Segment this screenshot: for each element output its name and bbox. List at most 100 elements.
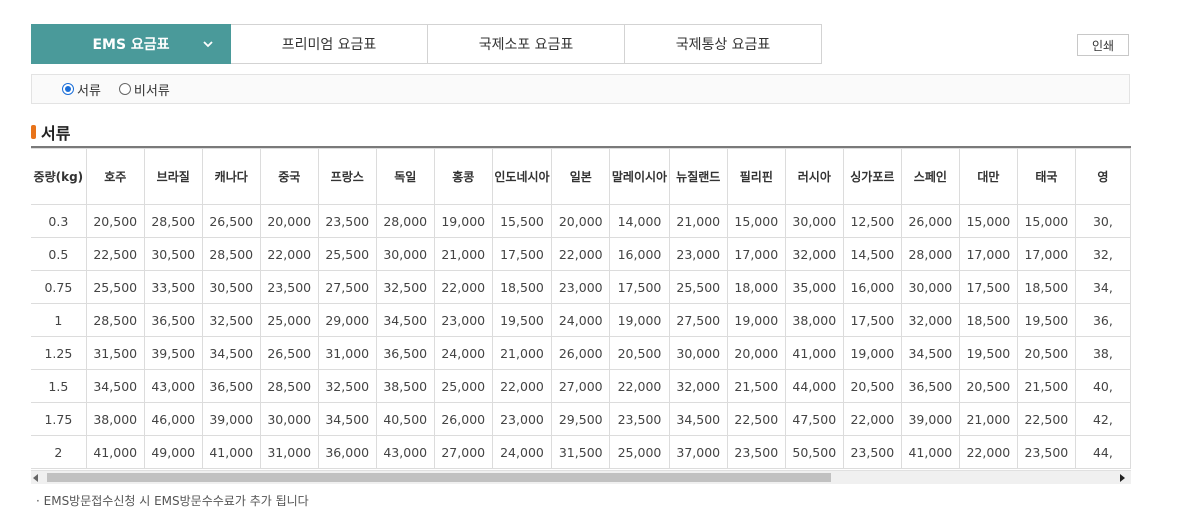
tab-premium-label: 프리미엄 요금표 (281, 37, 377, 53)
print-button[interactable]: 인쇄 (1077, 34, 1129, 56)
rate-cell: 27,000 (551, 369, 611, 403)
radio-documents-circle[interactable] (62, 83, 74, 95)
rate-cell: 32,500 (375, 270, 435, 304)
table-row: 1 28,500 36,500 32,500 25,000 29,000 34,500 23,… (31, 303, 1131, 337)
rate-cell: 41,000 (784, 336, 844, 370)
rate-cell: 18,500 (1016, 270, 1076, 304)
rate-cell: 20,000 (551, 204, 611, 238)
table-row: 2 41,000 49,000 41,000 31,000 36,000 43,000 27,… (31, 435, 1131, 469)
rate-cell: 39,000 (201, 402, 261, 436)
column-header: 호주 (85, 148, 145, 205)
horizontal-scrollbar[interactable] (31, 470, 1131, 484)
rate-cell: 24,000 (491, 435, 553, 469)
rate-cell: 26,000 (551, 336, 611, 370)
rate-cell: 36,500 (143, 303, 203, 337)
rate-cell: 22,000 (491, 369, 553, 403)
rate-cell: 30,500 (201, 270, 261, 304)
rate-cell: 35,000 (784, 270, 844, 304)
radio-documents[interactable]: 서류 (62, 80, 101, 99)
rate-cell: 28,500 (143, 204, 203, 238)
rate-cell: 26,500 (259, 336, 319, 370)
rate-cell: 17,000 (1016, 237, 1076, 271)
radio-documents-label: 서류 (77, 83, 101, 99)
rate-cell: 39,000 (900, 402, 960, 436)
column-header: 브라질 (143, 148, 203, 205)
rate-cell: 34,500 (85, 369, 145, 403)
rate-cell: 32,000 (784, 237, 844, 271)
rate-cell: 19,000 (726, 303, 786, 337)
column-header: 중량(kg) (31, 148, 87, 205)
chevron-down-icon (203, 41, 213, 48)
rate-cell: 43,000 (375, 435, 435, 469)
tab-premium[interactable]: 프리미엄 요금표 (231, 24, 428, 64)
rate-cell: 38, (1074, 336, 1131, 370)
section-title: 서류 (31, 120, 70, 144)
rate-cell: 20,500 (609, 336, 670, 370)
column-header: 태국 (1016, 148, 1076, 205)
rate-cell: 30,000 (668, 336, 728, 370)
rate-cell: 19,500 (1016, 303, 1076, 337)
rate-tabs: EMS 요금표 프리미엄 요금표 국제소포 요금표 국제통상 요금표 (31, 24, 822, 64)
rate-cell: 47,500 (784, 402, 844, 436)
rate-cell: 26,000 (433, 402, 493, 436)
rate-cell: 49,000 (143, 435, 203, 469)
rate-cell: 22,000 (609, 369, 670, 403)
rate-cell: 26,500 (201, 204, 261, 238)
rate-cell: 15,500 (491, 204, 553, 238)
rate-cell: 44,000 (784, 369, 844, 403)
rate-cell: 18,500 (958, 303, 1018, 337)
rate-cell: 36,500 (900, 369, 960, 403)
table-row: 0.5 22,500 30,500 28,500 22,000 25,500 30,000 2… (31, 237, 1131, 271)
rate-cell: 12,500 (842, 204, 902, 238)
rate-cell: 20,500 (85, 204, 145, 238)
radio-non-documents[interactable]: 비서류 (118, 80, 170, 99)
weight-cell: 0.75 (31, 270, 87, 304)
page: EMS 요금표 프리미엄 요금표 국제소포 요금표 국제통상 요금표 인쇄 서류… (0, 0, 1204, 508)
rate-cell: 44, (1074, 435, 1131, 469)
table-row: 0.75 25,500 33,500 30,500 23,500 27,500 32,500… (31, 270, 1131, 304)
rate-cell: 38,000 (85, 402, 145, 436)
column-header: 영 (1074, 148, 1131, 205)
tab-letter[interactable]: 국제통상 요금표 (625, 24, 822, 64)
scroll-right-icon[interactable] (1120, 474, 1125, 482)
rate-cell: 18,500 (491, 270, 553, 304)
table-row: 1.5 34,500 43,000 36,500 28,500 32,500 38,500 2… (31, 369, 1131, 403)
rate-cell: 39,500 (143, 336, 203, 370)
scrollbar-thumb[interactable] (47, 473, 831, 482)
rate-cell: 14,000 (609, 204, 670, 238)
rate-table-container: 중량(kg) 호주 브라질 캐나다 중국 프랑스 독일 홍콩 인도네시아 일본 말레이시아 뉴질랜드 필… (31, 146, 1131, 472)
tab-parcel[interactable]: 국제소포 요금표 (428, 24, 625, 64)
rate-cell: 20,500 (958, 369, 1018, 403)
column-header: 필리핀 (726, 148, 786, 205)
column-header: 대만 (958, 148, 1018, 205)
section-marker-icon (31, 125, 36, 139)
column-header: 스페인 (900, 148, 960, 205)
column-header: 인도네시아 (491, 148, 553, 205)
rate-cell: 34,500 (668, 402, 728, 436)
rate-cell: 23,000 (551, 270, 611, 304)
rate-cell: 31,500 (551, 435, 611, 469)
rate-cell: 25,500 (668, 270, 728, 304)
rate-table: 중량(kg) 호주 브라질 캐나다 중국 프랑스 독일 홍콩 인도네시아 일본 말레이시아 뉴질랜드 필… (31, 148, 1131, 469)
rate-cell: 24,000 (433, 336, 493, 370)
rate-cell: 28,500 (259, 369, 319, 403)
rate-cell: 30,000 (900, 270, 960, 304)
table-header-row: 중량(kg) 호주 브라질 캐나다 중국 프랑스 독일 홍콩 인도네시아 일본 말레이시아 뉴질랜드 필… (31, 148, 1131, 205)
rate-cell: 28,500 (201, 237, 261, 271)
footnote: · EMS방문접수신청 시 EMS방문수수료가 추가 됩니다 (36, 494, 309, 508)
table-row: 1.25 31,500 39,500 34,500 26,500 31,000 36,500… (31, 336, 1131, 370)
rate-cell: 18,000 (726, 270, 786, 304)
tab-ems[interactable]: EMS 요금표 (31, 24, 231, 64)
scroll-left-icon[interactable] (33, 474, 38, 482)
rate-cell: 32,500 (201, 303, 261, 337)
column-header: 러시아 (784, 148, 844, 205)
rate-cell: 21,000 (668, 204, 728, 238)
column-header: 독일 (375, 148, 435, 205)
rate-cell: 20,500 (1016, 336, 1076, 370)
rate-cell: 19,000 (609, 303, 670, 337)
rate-cell: 22,500 (726, 402, 786, 436)
radio-non-documents-circle[interactable] (118, 83, 131, 95)
rate-cell: 31,000 (317, 336, 377, 370)
rate-cell: 19,500 (491, 303, 553, 337)
column-header: 홍콩 (433, 148, 493, 205)
